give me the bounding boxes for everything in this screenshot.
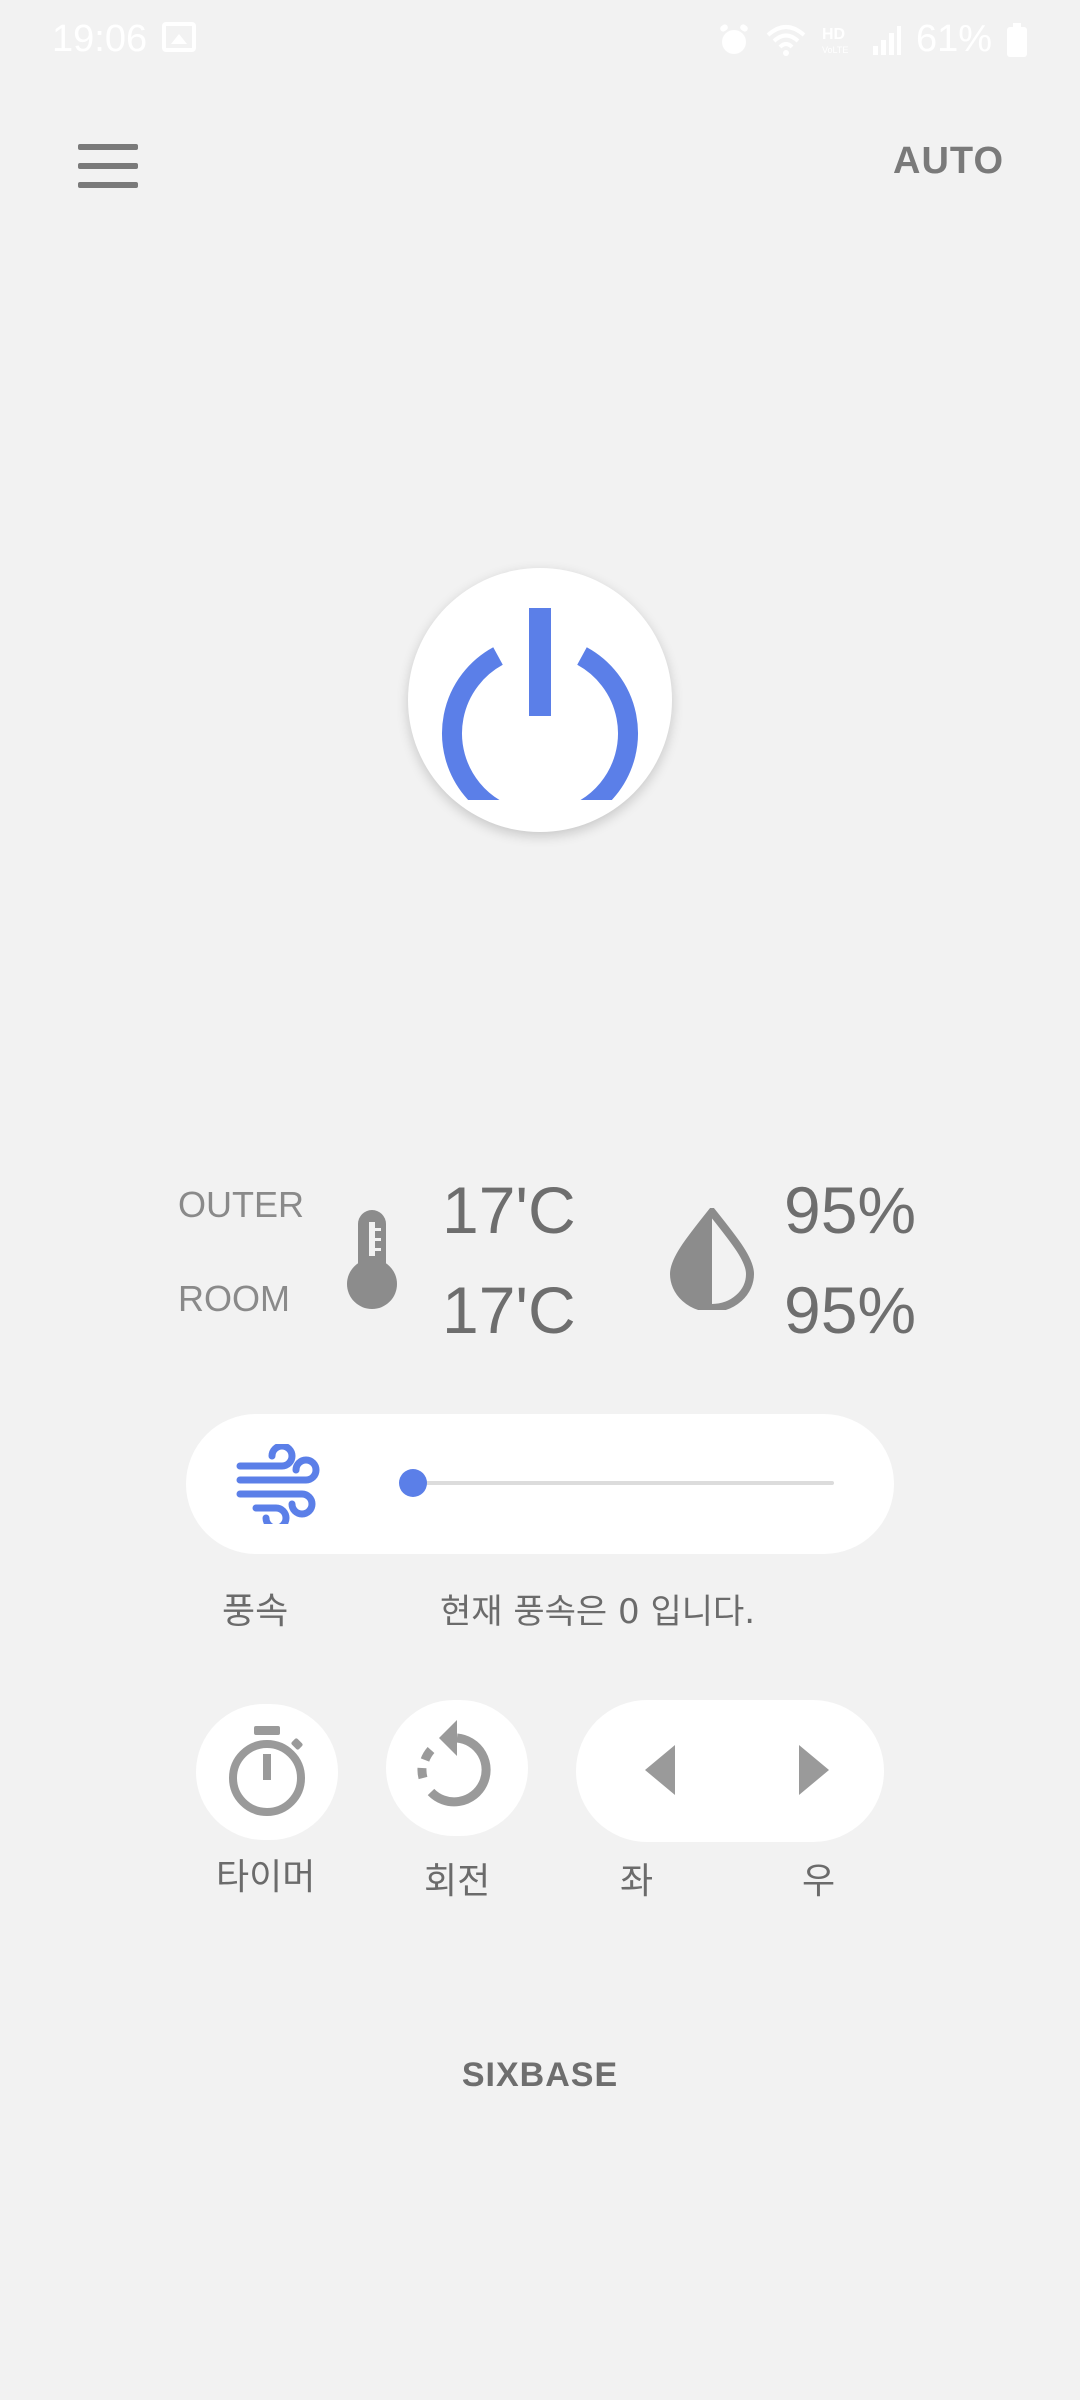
room-humidity: 95% xyxy=(784,1273,917,1347)
left-label: 좌 xyxy=(620,1861,654,1902)
thermometer-icon xyxy=(347,1210,397,1309)
timer-label: 타이머 xyxy=(216,1857,316,1898)
wind-speed-status: 현재 풍속은 0 입니다. xyxy=(440,1592,756,1632)
signal-icon xyxy=(872,25,901,55)
svg-text:VoLTE: VoLTE xyxy=(822,45,848,55)
triangle-right-icon xyxy=(799,1745,829,1795)
water-drop-icon xyxy=(669,1208,755,1310)
hamburger-menu-icon[interactable] xyxy=(78,144,138,188)
power-icon xyxy=(442,608,638,800)
timer-button[interactable] xyxy=(196,1704,338,1840)
triangle-left-icon xyxy=(645,1745,675,1795)
wifi-icon xyxy=(766,24,806,56)
status-bar: 19:06 HD VoLTE 61% xyxy=(0,0,1080,80)
gallery-icon xyxy=(162,22,196,52)
right-label: 우 xyxy=(802,1861,836,1902)
wind-speed-slider-track[interactable] xyxy=(412,1481,834,1485)
outer-label: OUTER xyxy=(178,1184,304,1225)
wind-speed-label: 풍속 xyxy=(222,1591,289,1632)
battery-percent: 61% xyxy=(915,18,992,60)
status-icons: HD VoLTE 61% xyxy=(716,18,1028,61)
auto-mode-button[interactable]: AUTO xyxy=(893,140,1004,183)
timer-icon xyxy=(229,1726,305,1816)
alarm-icon xyxy=(720,23,748,54)
room-temperature: 17'C xyxy=(442,1273,576,1347)
brand-label: SIXBASE xyxy=(461,2056,619,2094)
right-button[interactable] xyxy=(774,1730,854,1810)
rotate-button[interactable] xyxy=(386,1700,528,1836)
outer-temperature: 17'C xyxy=(442,1173,576,1247)
svg-text:HD: HD xyxy=(822,26,845,43)
status-time: 19:06 xyxy=(52,18,148,60)
battery-icon xyxy=(1007,22,1027,57)
rotate-icon xyxy=(417,1720,491,1807)
wind-speed-slider-thumb[interactable] xyxy=(399,1469,427,1497)
hd-voice-icon: HD VoLTE xyxy=(822,26,848,55)
outer-humidity: 95% xyxy=(784,1173,917,1247)
power-button[interactable] xyxy=(408,568,672,832)
left-button[interactable] xyxy=(620,1730,700,1810)
rotate-label: 회전 xyxy=(424,1861,491,1902)
room-label: ROOM xyxy=(178,1278,290,1319)
wind-icon xyxy=(236,1444,320,1524)
